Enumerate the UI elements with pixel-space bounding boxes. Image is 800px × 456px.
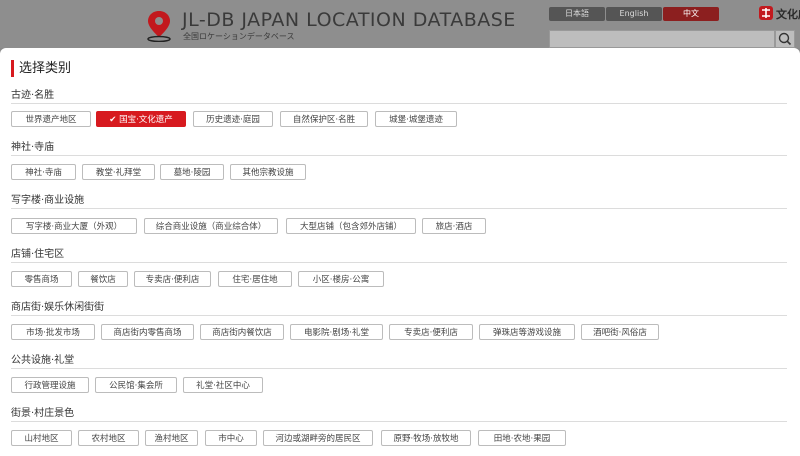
- tag-bar-street[interactable]: 酒吧街·风俗店: [581, 324, 659, 340]
- tag-market[interactable]: 市场·批发市场: [11, 324, 95, 340]
- site-header: JL-DB JAPAN LOCATION DATABASE 全国ロケーションデー…: [0, 0, 800, 48]
- tag-retail-mall[interactable]: 零售商场: [11, 271, 72, 287]
- section-office-commercial: 写字楼·商业设施: [11, 194, 787, 209]
- tag-shrine-temple[interactable]: 神社·寺庙: [11, 164, 76, 180]
- location-pin-icon: [147, 11, 171, 42]
- tag-cemetery[interactable]: 墓地·陵园: [160, 164, 224, 180]
- lang-english-button[interactable]: English: [606, 7, 662, 21]
- tag-cinema-theater[interactable]: 电影院·剧场·礼堂: [290, 324, 383, 340]
- logo-subtitle: 全国ロケーションデータベース: [183, 32, 295, 41]
- section-shopping-streets: 商店街·娱乐休闲街街: [11, 301, 787, 316]
- tag-castle[interactable]: 城堡·城堡遗迹: [375, 111, 457, 127]
- tag-street-restaurant[interactable]: 商店街内餐饮店: [200, 324, 284, 340]
- tag-hotel[interactable]: 旅店·酒店: [422, 218, 486, 234]
- tag-community-center[interactable]: 礼堂·社区中心: [183, 377, 263, 393]
- tag-apartment[interactable]: 小区·楼房·公寓: [298, 271, 384, 287]
- search-input[interactable]: [549, 30, 775, 48]
- tag-specialty-store[interactable]: 专卖店·便利店: [134, 271, 211, 287]
- search-icon: [778, 32, 792, 46]
- tag-farm-village[interactable]: 农村地区: [78, 430, 139, 446]
- tag-street-specialty-store[interactable]: 专卖店·便利店: [389, 324, 473, 340]
- tag-nature-reserve[interactable]: 自然保护区·名胜: [280, 111, 368, 127]
- tag-admin-facility[interactable]: 行政管理设施: [11, 377, 89, 393]
- logo-title[interactable]: JL-DB JAPAN LOCATION DATABASE: [182, 9, 516, 31]
- tag-historic-garden[interactable]: 历史遗迹·庭园: [193, 111, 273, 127]
- tag-pasture[interactable]: 原野·牧场·放牧地: [381, 430, 471, 446]
- modal-title: 选择类别: [11, 60, 71, 77]
- tag-commercial-complex[interactable]: 综合商业设施（商业综合体）: [144, 218, 278, 234]
- tag-waterside-residential[interactable]: 河边或湖畔旁的居民区: [263, 430, 373, 446]
- tag-fishing-village[interactable]: 渔村地区: [145, 430, 198, 446]
- tag-community-hall[interactable]: 公民馆·集会所: [95, 377, 177, 393]
- tag-residence[interactable]: 住宅·居住地: [218, 271, 292, 287]
- tag-other-religious[interactable]: 其他宗教设施: [230, 164, 306, 180]
- tag-large-store[interactable]: 大型店铺（包含郊外店铺）: [286, 218, 416, 234]
- section-townscape: 街景·村庄景色: [11, 407, 787, 422]
- tag-office-building[interactable]: 写字楼·商业大厦（外观）: [11, 218, 137, 234]
- lang-chinese-button[interactable]: 中文: [663, 7, 719, 21]
- tag-national-treasure[interactable]: 国宝·文化遗产: [96, 111, 186, 127]
- brand-logo-icon: [759, 6, 773, 20]
- tag-farmland[interactable]: 田地·农地·果园: [478, 430, 566, 446]
- section-public-facilities: 公共设施·礼堂: [11, 354, 787, 369]
- tag-mountain-village[interactable]: 山村地区: [11, 430, 72, 446]
- tag-restaurant[interactable]: 餐饮店: [78, 271, 128, 287]
- tag-street-retail[interactable]: 商店街内零售商场: [101, 324, 194, 340]
- section-shops-residential: 店铺·住宅区: [11, 248, 787, 263]
- section-shrines-temples: 神社·寺庙: [11, 141, 787, 156]
- tag-pachinko[interactable]: 弹珠店等游戏设施: [479, 324, 575, 340]
- category-modal: 选择类别 古迹·名胜 世界遗产地区 国宝·文化遗产 历史遗迹·庭园 自然保护区·…: [0, 48, 800, 456]
- brand-text: 文化庁: [776, 8, 800, 21]
- section-historic-sites: 古迹·名胜: [11, 89, 787, 104]
- lang-japanese-button[interactable]: 日本語: [549, 7, 605, 21]
- search-button[interactable]: [775, 30, 795, 48]
- tag-church[interactable]: 教堂·礼拜堂: [82, 164, 155, 180]
- tag-world-heritage[interactable]: 世界遗产地区: [11, 111, 91, 127]
- tag-city-center[interactable]: 市中心: [205, 430, 257, 446]
